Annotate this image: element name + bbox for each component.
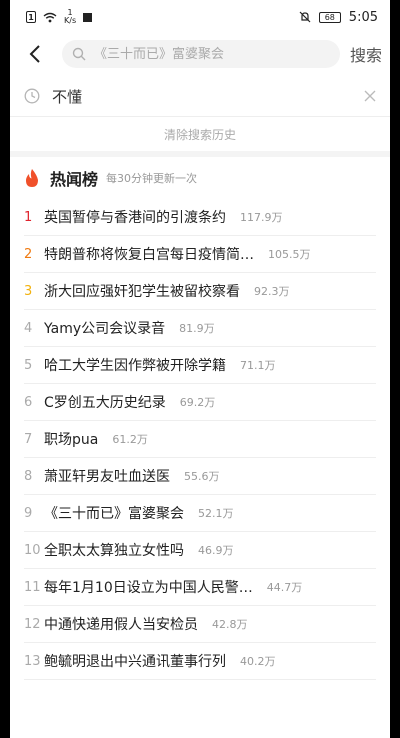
item-title: 每年1月10日设立为中国人民警… xyxy=(44,580,253,596)
hot-list-item[interactable]: 13 鲍毓明退出中兴通讯董事行列 40.2万 xyxy=(24,643,376,680)
search-header: 搜索 xyxy=(10,34,390,74)
item-count: 61.2万 xyxy=(112,433,148,446)
item-title: C罗创五大历史纪录 xyxy=(44,395,166,411)
search-box[interactable] xyxy=(62,40,340,68)
clock-icon xyxy=(24,88,40,104)
history-item-label: 不懂 xyxy=(52,87,83,106)
rank-number: 8 xyxy=(24,468,33,484)
notification-icon xyxy=(83,12,93,22)
hot-list-item[interactable]: 1 英国暂停与香港间的引渡条约 117.9万 xyxy=(24,199,376,236)
item-count: 55.6万 xyxy=(184,470,220,483)
rank-number: 7 xyxy=(24,431,33,447)
hot-list-item[interactable]: 2 特朗普称将恢复白宫每日疫情简… 105.5万 xyxy=(24,236,376,273)
item-count: 69.2万 xyxy=(179,396,216,409)
item-count: 46.9万 xyxy=(198,544,234,557)
rank-number: 13 xyxy=(24,653,41,669)
rank-number: 6 xyxy=(24,394,33,410)
item-title: 《三十而已》富婆聚会 xyxy=(44,506,184,522)
hot-list-header: 热闻榜 每30分钟更新一次 xyxy=(10,157,390,199)
hot-list-subtitle: 每30分钟更新一次 xyxy=(106,172,198,185)
hot-list-item[interactable]: 12 中通快递用假人当安检员 42.8万 xyxy=(24,606,376,643)
rank-number: 2 xyxy=(24,246,33,262)
rank-number: 10 xyxy=(24,542,41,558)
rank-number: 4 xyxy=(24,320,33,336)
item-title: 中通快递用假人当安检员 xyxy=(44,617,198,633)
sim-card-icon: 1 xyxy=(26,11,36,23)
clock: 5:05 xyxy=(348,9,378,25)
status-bar: 1 1 K/s 68 5:05 xyxy=(10,0,390,34)
item-title: 职场pua xyxy=(44,432,99,448)
clear-history-button[interactable]: 清除搜索历史 xyxy=(10,117,390,151)
item-title: 特朗普称将恢复白宫每日疫情简… xyxy=(44,247,254,263)
hot-list-item[interactable]: 5 哈工大学生因作弊被开除学籍 71.1万 xyxy=(24,347,376,384)
item-title: 鲍毓明退出中兴通讯董事行列 xyxy=(44,654,226,670)
wifi-icon xyxy=(43,12,57,22)
item-title: Yamy公司会议录音 xyxy=(44,321,166,337)
hot-list-item[interactable]: 7 职场pua 61.2万 xyxy=(24,421,376,458)
item-count: 105.5万 xyxy=(268,248,311,261)
hot-list-item[interactable]: 8 萧亚轩男友吐血送医 55.6万 xyxy=(24,458,376,495)
rank-number: 5 xyxy=(24,357,33,373)
mute-bell-icon xyxy=(299,11,311,23)
network-speed: 1 K/s xyxy=(64,8,77,25)
item-count: 71.1万 xyxy=(240,359,276,372)
close-icon[interactable] xyxy=(364,90,376,102)
hot-list-item[interactable]: 6 C罗创五大历史纪录 69.2万 xyxy=(24,384,376,421)
rank-number: 12 xyxy=(24,616,41,632)
rank-number: 9 xyxy=(24,505,33,521)
item-title: 萧亚轩男友吐血送医 xyxy=(44,469,170,485)
search-icon xyxy=(72,47,86,61)
flame-icon xyxy=(26,169,38,187)
item-count: 52.1万 xyxy=(198,507,234,520)
search-button[interactable]: 搜索 xyxy=(350,42,382,66)
item-title: 哈工大学生因作弊被开除学籍 xyxy=(44,358,226,374)
item-title: 浙大回应强奸犯学生被留校察看 xyxy=(44,284,240,300)
back-button[interactable] xyxy=(22,39,48,69)
phone-screen: 1 1 K/s 68 5:05 《三十而已》富婆聚会 搜索 不懂 清除搜索历史 … xyxy=(10,0,390,738)
item-count: 81.9万 xyxy=(179,322,215,335)
item-count: 44.7万 xyxy=(266,581,303,594)
rank-number: 1 xyxy=(24,209,33,225)
hot-list-title: 热闻榜 xyxy=(50,170,99,189)
item-title: 英国暂停与香港间的引渡条约 xyxy=(44,210,226,226)
search-input[interactable] xyxy=(92,45,330,63)
item-count: 117.9万 xyxy=(240,211,283,224)
history-item[interactable]: 不懂 xyxy=(10,76,390,117)
rank-number: 11 xyxy=(24,579,41,595)
chevron-left-icon xyxy=(29,45,40,63)
hot-list: 1 英国暂停与香港间的引渡条约 117.9万 2 特朗普称将恢复白宫每日疫情简…… xyxy=(10,199,390,680)
hot-list-item[interactable]: 10 全职太太算独立女性吗 46.9万 xyxy=(24,532,376,569)
hot-list-item[interactable]: 4 Yamy公司会议录音 81.9万 xyxy=(24,310,376,347)
hot-list-item[interactable]: 3 浙大回应强奸犯学生被留校察看 92.3万 xyxy=(24,273,376,310)
item-title: 全职太太算独立女性吗 xyxy=(44,543,184,559)
battery-icon: 68 xyxy=(318,11,341,23)
rank-number: 3 xyxy=(24,283,33,299)
hot-list-item[interactable]: 11 每年1月10日设立为中国人民警… 44.7万 xyxy=(24,569,376,606)
item-count: 92.3万 xyxy=(254,285,290,298)
item-count: 42.8万 xyxy=(212,618,248,631)
item-count: 40.2万 xyxy=(240,655,276,668)
hot-list-item[interactable]: 9 《三十而已》富婆聚会 52.1万 xyxy=(24,495,376,532)
